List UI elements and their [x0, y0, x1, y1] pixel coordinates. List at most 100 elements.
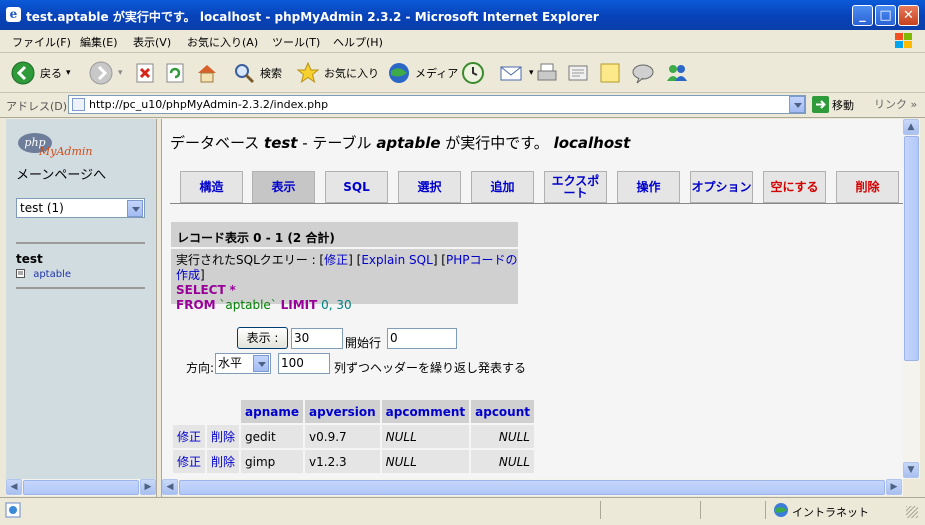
- sql-limit-values: 0, 30: [321, 298, 352, 312]
- tab-select[interactable]: 選択: [398, 171, 461, 203]
- tab-insert[interactable]: 追加: [471, 171, 534, 203]
- address-dropdown-icon[interactable]: [789, 96, 805, 113]
- scroll-up-icon[interactable]: ▲: [903, 119, 919, 135]
- vertical-scrollbar[interactable]: ▲ ▼: [903, 119, 920, 479]
- search-label: 検索: [260, 67, 282, 80]
- stop-button[interactable]: [134, 60, 156, 86]
- direction-select-arrow-icon[interactable]: [253, 355, 269, 372]
- note-button[interactable]: [598, 60, 622, 86]
- back-button[interactable]: 戻る ▾: [10, 60, 71, 86]
- minimize-button[interactable]: _: [852, 5, 873, 26]
- address-url: http://pc_u10/phpMyAdmin-2.3.2/index.php: [89, 98, 329, 111]
- menu-favorites[interactable]: お気に入り(A): [187, 34, 258, 50]
- resize-grip-icon[interactable]: [906, 506, 918, 518]
- header-spacer: [207, 400, 239, 423]
- direction-select[interactable]: 水平: [215, 353, 271, 374]
- right-horizontal-scroll-thumb[interactable]: [179, 480, 885, 495]
- database-name-link[interactable]: test: [16, 252, 43, 266]
- header-spacer: [173, 400, 205, 423]
- sql-query-box: 実行されたSQLクエリー : [修正] [Explain SQL] [PHPコー…: [171, 249, 518, 312]
- table-browse-icon: [16, 269, 25, 278]
- repeat-headers-input[interactable]: 100: [278, 353, 330, 374]
- tab-empty[interactable]: 空にする: [763, 171, 826, 203]
- right-content-frame: データベース test - テーブル aptable が実行中です。 local…: [162, 119, 903, 479]
- history-button[interactable]: [461, 60, 485, 86]
- database-select-arrow-icon[interactable]: [127, 200, 143, 217]
- row-delete-link[interactable]: 削除: [207, 425, 240, 448]
- cell-apcount: NULL: [471, 425, 534, 448]
- record-count-text: レコード表示 0 - 1 (2 合計): [177, 231, 335, 245]
- sql-limit-keyword: LIMIT: [280, 298, 318, 312]
- title-bar[interactable]: e test.aptable が実行中です。 localhost - phpMy…: [0, 0, 925, 30]
- print-icon: [537, 63, 557, 81]
- scroll-left-icon[interactable]: ◀: [162, 479, 178, 495]
- phpmyadmin-logo-text[interactable]: MyAdmin: [39, 145, 93, 158]
- vertical-scroll-thumb[interactable]: [904, 136, 919, 361]
- refresh-button[interactable]: [164, 60, 186, 86]
- sql-from-keyword: FROM: [176, 298, 216, 312]
- menu-tools[interactable]: ツール(T): [272, 34, 320, 50]
- search-button[interactable]: 検索: [232, 60, 282, 86]
- discuss-button[interactable]: [630, 60, 656, 86]
- go-button[interactable]: 移動: [812, 96, 854, 113]
- tab-sql[interactable]: SQL: [325, 171, 388, 203]
- record-count-header: レコード表示 0 - 1 (2 合計): [171, 222, 518, 247]
- tab-operations[interactable]: 操作: [617, 171, 680, 203]
- cell-apname: gedit: [241, 425, 304, 448]
- column-header-apname[interactable]: apname: [241, 400, 304, 423]
- tab-options[interactable]: オプション: [690, 171, 753, 203]
- go-arrow-icon: [812, 96, 829, 113]
- sql-edit-link[interactable]: 修正: [324, 253, 348, 267]
- tab-export[interactable]: エクスポート: [544, 171, 607, 203]
- mail-button[interactable]: ▾: [499, 60, 534, 86]
- messenger-button[interactable]: [664, 60, 690, 86]
- tab-browse[interactable]: 表示: [252, 171, 315, 203]
- menu-file[interactable]: ファイル(F): [12, 34, 71, 50]
- main-page-link[interactable]: メーンページへ: [16, 164, 106, 183]
- favorites-button[interactable]: お気に入り: [296, 60, 379, 86]
- row-delete-link[interactable]: 削除: [207, 450, 240, 473]
- forward-button[interactable]: ▾: [88, 60, 123, 86]
- status-divider: [765, 501, 766, 519]
- forward-dropdown-icon[interactable]: ▾: [118, 68, 123, 78]
- scroll-right-icon[interactable]: ▶: [886, 479, 902, 495]
- maximize-button[interactable]: □: [875, 5, 896, 26]
- tab-drop[interactable]: 削除: [836, 171, 899, 203]
- edit-button[interactable]: [566, 60, 590, 86]
- cell-apcount: NULL: [471, 450, 534, 473]
- favorites-star-icon: [296, 61, 320, 84]
- mail-dropdown-icon[interactable]: ▾: [529, 68, 534, 78]
- media-button[interactable]: メディア: [387, 60, 458, 86]
- print-button[interactable]: [535, 60, 559, 86]
- menu-edit[interactable]: 編集(E): [80, 34, 118, 50]
- explain-sql-link[interactable]: Explain SQL: [361, 253, 433, 267]
- tab-structure[interactable]: 構造: [180, 171, 243, 203]
- scroll-down-icon[interactable]: ▼: [903, 462, 919, 478]
- title-mid: - テーブル: [297, 134, 377, 152]
- database-select-value: test (1): [20, 201, 64, 215]
- rows-count-input[interactable]: 30: [291, 328, 343, 349]
- menu-view[interactable]: 表示(V): [133, 34, 171, 50]
- menu-help[interactable]: ヘルプ(H): [333, 34, 383, 50]
- scroll-left-icon[interactable]: ◀: [6, 479, 22, 495]
- row-edit-link[interactable]: 修正: [173, 425, 206, 448]
- column-header-apcomment[interactable]: apcomment: [381, 400, 470, 423]
- row-edit-link[interactable]: 修正: [173, 450, 206, 473]
- home-button[interactable]: [195, 60, 219, 86]
- scroll-right-icon[interactable]: ▶: [140, 479, 156, 495]
- right-frame-horizontal-scrollbar[interactable]: ◀ ▶: [162, 479, 903, 496]
- close-button[interactable]: ✕: [898, 5, 919, 26]
- links-button[interactable]: リンク »: [874, 96, 917, 112]
- database-select[interactable]: test (1): [16, 198, 145, 218]
- column-header-apcount[interactable]: apcount: [471, 400, 534, 423]
- media-icon: [389, 63, 409, 83]
- left-horizontal-scroll-thumb[interactable]: [23, 480, 139, 495]
- left-frame-horizontal-scrollbar[interactable]: ◀ ▶: [6, 479, 156, 496]
- back-dropdown-icon[interactable]: ▾: [66, 68, 71, 78]
- table-link-aptable[interactable]: aptable: [16, 269, 71, 280]
- address-input[interactable]: http://pc_u10/phpMyAdmin-2.3.2/index.php: [68, 95, 806, 114]
- show-rows-button[interactable]: 表示 :: [237, 327, 288, 349]
- start-row-input[interactable]: 0: [387, 328, 457, 349]
- column-header-apversion[interactable]: apversion: [305, 400, 380, 423]
- title-db: test: [264, 134, 298, 152]
